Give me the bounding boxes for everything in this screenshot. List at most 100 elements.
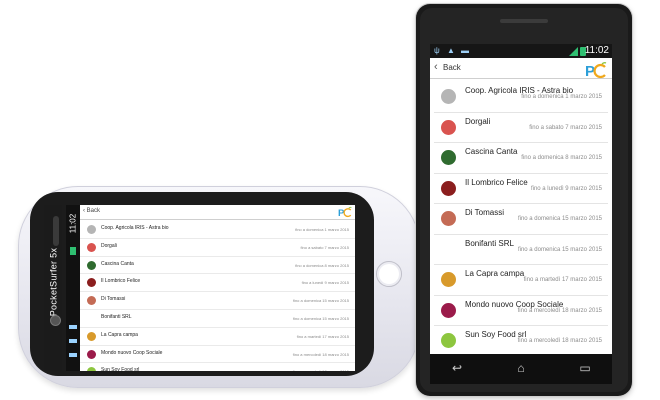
producer-name: Sun Soy Food srl xyxy=(101,367,140,371)
availability-date: fino a martedì 17 marzo 2015 xyxy=(523,277,602,283)
list-item[interactable]: Sun Soy Food srl fino a mercoledì 18 marz… xyxy=(80,363,355,371)
availability-date: fino a lunedì 9 marzo 2015 xyxy=(530,185,602,192)
availability-date: fino a domenica 15 marzo 2015 xyxy=(292,315,349,321)
producer-name: Cascina Canta xyxy=(101,260,134,267)
leaf-icon xyxy=(441,150,456,165)
list-item[interactable]: Il Lombrico Felice fino a lunedì 9 marzo … xyxy=(434,174,608,204)
grapes-icon xyxy=(87,242,96,252)
leaf-icon xyxy=(87,260,96,270)
goat-icon xyxy=(441,272,456,287)
grapes-icon xyxy=(441,119,456,135)
list-item[interactable]: Mondo nuovo Coop Sociale fino a mercoledì… xyxy=(80,346,355,364)
back-nav-icon[interactable]: ↩ xyxy=(450,361,464,375)
bowl-icon xyxy=(87,225,96,234)
list-item[interactable]: Bonifanti SRL fino a domenica 15 marzo 20… xyxy=(434,235,608,265)
availability-date: fino a domenica 8 marzo 2015 xyxy=(295,262,349,268)
portrait-app-header: ‹ Back P xyxy=(430,58,612,79)
shrimp-icon xyxy=(441,211,456,226)
availability-date: fino a domenica 15 marzo 2015 xyxy=(292,298,349,304)
list-item[interactable]: Cascina Canta fino a domenica 8 marzo 201… xyxy=(80,257,355,275)
producer-name: La Capra campa xyxy=(101,331,138,338)
landscape-back-button[interactable]: ‹ Back xyxy=(83,208,100,214)
list-item[interactable]: Dorgali fino a sabato 7 marzo 2015 xyxy=(434,113,608,143)
landscape-status-bar: 11:02 xyxy=(66,205,80,371)
producer-name: Mondo nuovo Coop Sociale xyxy=(101,349,163,356)
shrimp-icon xyxy=(87,296,96,306)
portrait-back-button[interactable]: Back xyxy=(443,63,461,72)
list-item[interactable]: Bonifanti SRL fino a domenica 15 marzo 20… xyxy=(80,310,355,328)
list-item[interactable]: Cascina Canta fino a domenica 8 marzo 201… xyxy=(434,143,608,174)
availability-date: fino a domenica 1 marzo 2015 xyxy=(521,94,602,100)
availability-date: fino a domenica 1 marzo 2015 xyxy=(295,227,349,232)
usb-icon: ψ xyxy=(434,46,440,55)
portrait-status-time: 11:02 xyxy=(584,45,609,56)
blank-icon xyxy=(87,313,96,323)
producer-name: Bonifanti SRL xyxy=(465,238,514,248)
pc-logo-icon: P xyxy=(338,206,352,218)
availability-date: fino a domenica 15 marzo 2015 xyxy=(517,216,602,222)
list-item[interactable]: Il Lombrico Felice fino a lunedì 9 marzo … xyxy=(80,274,355,293)
availability-date: fino a mercoledì 18 marzo 2015 xyxy=(293,369,349,371)
landscape-camera-icon xyxy=(50,315,61,326)
notification-icon xyxy=(69,325,77,329)
home-nav-icon[interactable]: ⌂ xyxy=(514,361,528,375)
battery-icon xyxy=(70,247,76,255)
availability-date: fino a martedì 17 marzo 2015 xyxy=(296,333,349,339)
pc-logo-icon: P xyxy=(585,61,607,79)
producer-name: Coop. Agricola IRIS - Astra bio xyxy=(101,225,169,231)
list-item[interactable]: Dorgali fino a sabato 7 marzo 2015 xyxy=(80,239,355,257)
globe-icon xyxy=(87,349,96,359)
chevron-left-icon[interactable]: ‹ xyxy=(434,62,438,73)
list-item[interactable]: La Capra campa fino a martedì 17 marzo 20… xyxy=(80,328,355,346)
signal-icon xyxy=(569,47,578,56)
availability-date: fino a lunedì 9 marzo 2015 xyxy=(301,280,349,286)
portrait-producer-list: Coop. Agricola IRIS - Astra bio fino a do… xyxy=(434,82,608,354)
list-item[interactable]: Di Tomassi fino a domenica 15 marzo 2015 xyxy=(80,292,355,310)
list-item[interactable]: Di Tomassi fino a domenica 15 marzo 2015 xyxy=(434,204,608,235)
availability-date: fino a domenica 15 marzo 2015 xyxy=(517,246,602,253)
landscape-status-time: 11:02 xyxy=(68,213,78,234)
producer-name: Dorgali xyxy=(465,116,491,126)
availability-date: fino a sabato 7 marzo 2015 xyxy=(300,244,349,250)
list-item[interactable]: La Capra campa fino a martedì 17 marzo 20… xyxy=(434,265,608,296)
producer-name: Di Tomassi xyxy=(101,296,126,303)
landscape-home-button[interactable] xyxy=(376,261,402,287)
worm-icon xyxy=(441,180,456,196)
availability-date: fino a mercoledì 18 marzo 2015 xyxy=(517,338,602,344)
producer-name: Il Lombrico Felice xyxy=(101,278,141,285)
landscape-app-header: ‹ Back P xyxy=(80,205,355,220)
bowl-icon xyxy=(441,89,456,104)
soy-icon xyxy=(87,367,96,371)
producer-name: Di Tomassi xyxy=(465,208,504,217)
warning-icon: ▲ xyxy=(447,46,455,55)
portrait-app-screen: ‹ Back P Coop. Agricola IRIS - Astra bio… xyxy=(430,58,612,354)
usb-icon xyxy=(69,353,77,357)
availability-date: fino a mercoledì 18 marzo 2015 xyxy=(517,307,602,314)
blank-icon xyxy=(441,241,456,257)
soy-icon xyxy=(441,333,456,348)
producer-name: Dorgali xyxy=(101,242,117,249)
goat-icon xyxy=(87,331,96,341)
list-item[interactable]: Mondo nuovo Coop Sociale fino a mercoledì… xyxy=(434,296,608,326)
producer-name: Cascina Canta xyxy=(465,147,518,156)
producer-name: Il Lombrico Felice xyxy=(465,177,528,187)
availability-date: fino a domenica 8 marzo 2015 xyxy=(521,155,602,161)
portrait-nav-bar: ↩ ⌂ ▭ xyxy=(430,354,612,384)
list-item[interactable]: Coop. Agricola IRIS - Astra bio fino a do… xyxy=(80,221,355,239)
availability-date: fino a sabato 7 marzo 2015 xyxy=(529,124,602,131)
recent-apps-icon[interactable]: ▭ xyxy=(578,361,592,375)
warning-icon xyxy=(69,339,77,343)
landscape-producer-list: Coop. Agricola IRIS - Astra bio fino a do… xyxy=(80,221,355,371)
globe-icon xyxy=(441,302,456,318)
producer-name: La Capra campa xyxy=(465,269,525,278)
landscape-app-screen: ‹ Back P Coop. Agricola IRIS - Astra bio… xyxy=(80,205,355,371)
availability-date: fino a mercoledì 18 marzo 2015 xyxy=(292,351,349,357)
landscape-speaker-icon xyxy=(53,216,59,246)
list-item[interactable]: Coop. Agricola IRIS - Astra bio fino a do… xyxy=(434,82,608,113)
portrait-status-bar: ψ ▲ ▬ 11:02 xyxy=(430,44,612,58)
worm-icon xyxy=(87,278,96,288)
producer-name: Bonifanti SRL xyxy=(101,313,132,320)
game-controller-icon: ▬ xyxy=(461,46,469,55)
list-item[interactable]: Sun Soy Food srlfino a mercoledì 18 marz… xyxy=(434,326,608,354)
portrait-speaker-icon xyxy=(500,19,548,23)
